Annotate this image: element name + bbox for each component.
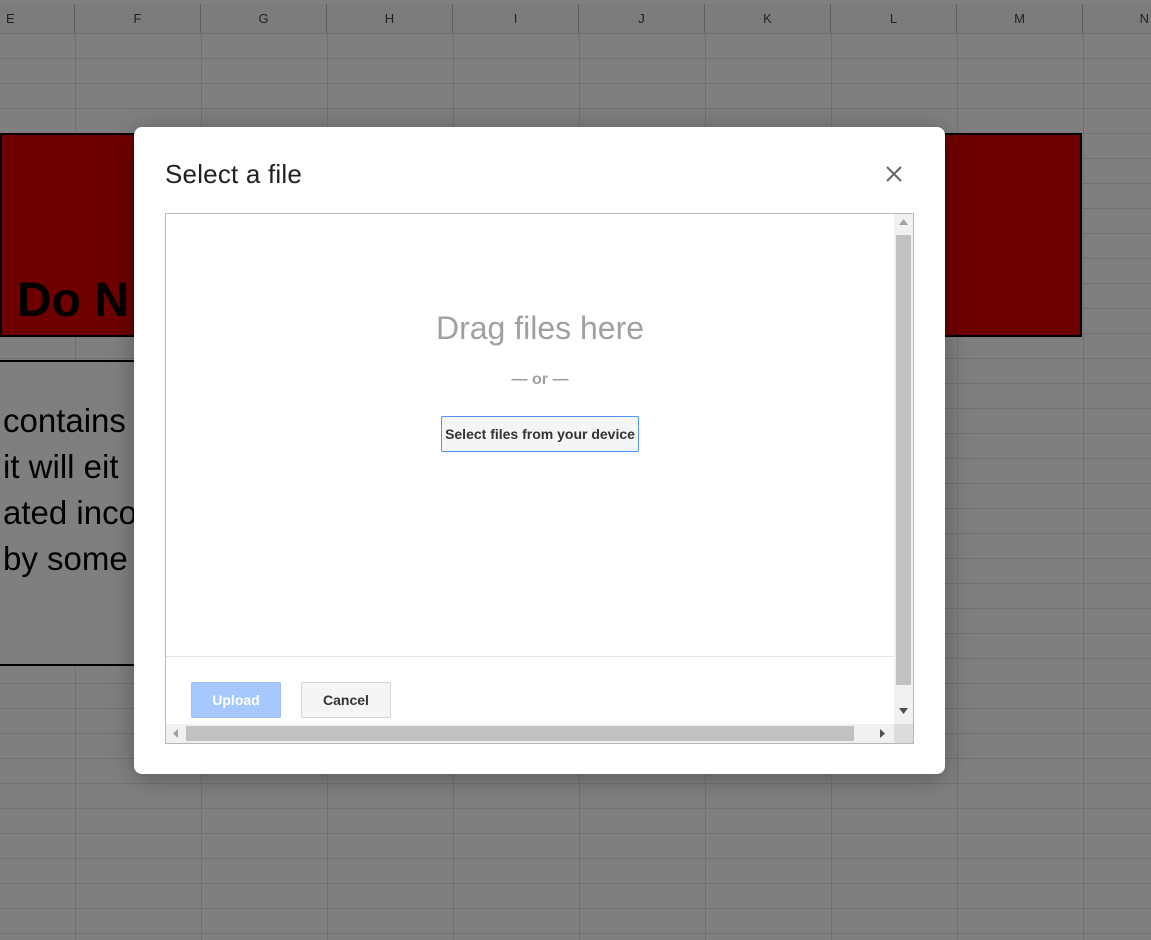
scroll-down-arrow-icon[interactable] (894, 703, 913, 722)
vertical-scrollbar[interactable] (894, 214, 913, 724)
cancel-button[interactable]: Cancel (301, 682, 391, 718)
close-button[interactable] (880, 160, 908, 188)
horizontal-scroll-thumb[interactable] (186, 726, 854, 741)
close-icon (880, 160, 908, 188)
dialog-title: Select a file (165, 159, 303, 189)
horizontal-scrollbar[interactable] (166, 724, 894, 743)
scroll-left-arrow-icon[interactable] (166, 724, 185, 743)
select-files-button[interactable]: Select files from your device (441, 416, 639, 452)
scroll-up-arrow-icon[interactable] (894, 214, 913, 233)
vertical-scroll-thumb[interactable] (896, 235, 911, 685)
drag-files-heading: Drag files here (435, 310, 645, 346)
upload-button[interactable]: Upload (191, 682, 281, 718)
screen: E F G H I J K L M N Do N contains it wil… (0, 0, 1151, 940)
drop-zone[interactable]: Drag files here — or — Select files from… (166, 214, 894, 656)
file-picker-dialog: Select a file Drag files here — or — Sel… (134, 127, 945, 774)
upload-frame: Drag files here — or — Select files from… (165, 213, 914, 744)
footer-divider (166, 656, 894, 657)
or-separator: — or — (511, 371, 569, 388)
scroll-right-arrow-icon[interactable] (873, 724, 892, 743)
scrollbar-corner (894, 724, 913, 743)
